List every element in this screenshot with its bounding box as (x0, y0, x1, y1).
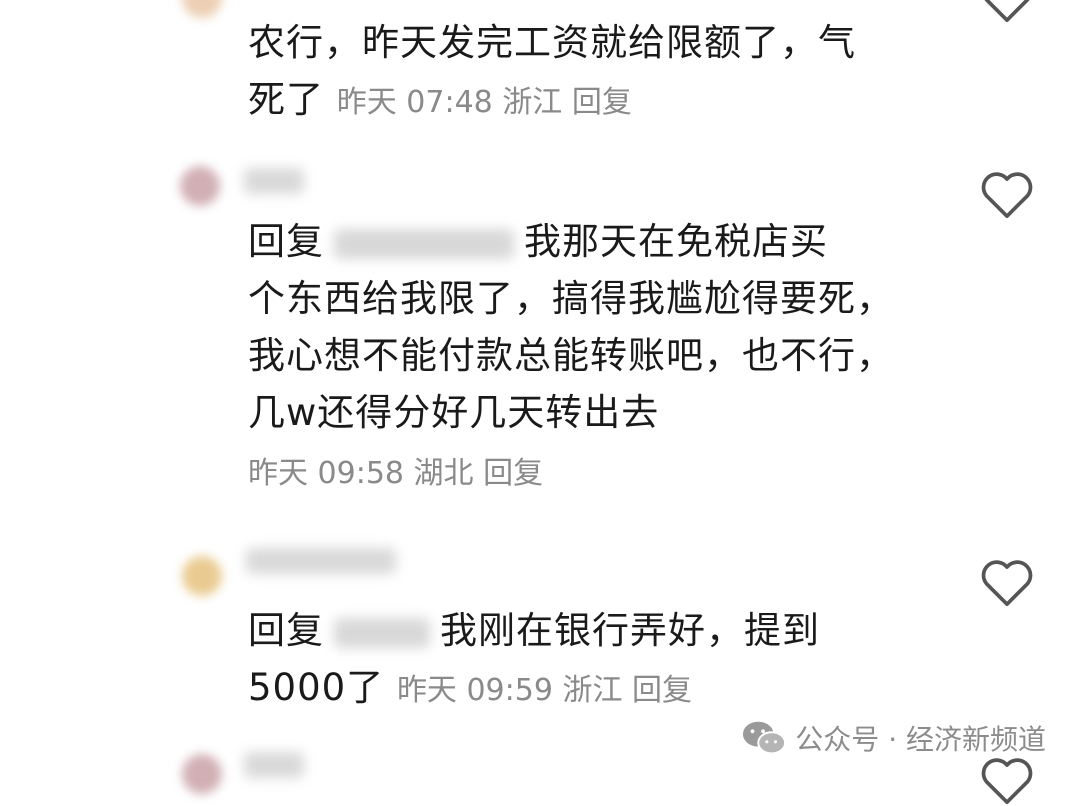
comment-line: 农行，昨天发完工资就给限额了，气 (248, 21, 856, 64)
location: 浙江 (502, 85, 563, 120)
location: 湖北 (413, 456, 474, 491)
heart-icon (984, 0, 1030, 23)
comment-line: 几w还得分好几天转出去 (248, 391, 660, 434)
comment-body: 回复 我刚在银行弄好，提到 5000了 昨天 09:59 浙江 回复 (248, 602, 928, 719)
heart-icon (981, 172, 1033, 219)
comment-line: 回复 我刚在银行弄好，提到 (248, 602, 928, 659)
reply-link[interactable]: 回复 (572, 85, 632, 120)
comment-line-with-meta: 死了 昨天 07:48 浙江 回复 (248, 71, 928, 131)
username-blurred[interactable] (244, 168, 304, 194)
reply-link[interactable]: 回复 (632, 673, 692, 708)
like-button[interactable] (979, 168, 1035, 220)
mention-blurred[interactable] (334, 617, 430, 648)
timestamp: 昨天 09:59 (396, 673, 553, 708)
comment-body: 农行，昨天发完工资就给限额了，气 死了 昨天 07:48 浙江 回复 (248, 14, 928, 131)
comment-text: 5000了 (248, 666, 385, 709)
comment-line: 个东西给我限了，搞得我尴尬得要死， (248, 277, 894, 320)
reply-prefix: 回复 (248, 609, 324, 652)
timestamp: 昨天 07:48 (336, 85, 493, 120)
watermark-text: 公众号 · 经济新频道 (795, 723, 1046, 756)
reply-prefix: 回复 (248, 220, 324, 263)
avatar[interactable] (182, 0, 222, 18)
comment-text: 我刚在银行弄好，提到 (440, 609, 820, 652)
like-button[interactable] (979, 0, 1035, 24)
heart-icon (981, 758, 1033, 805)
mention-blurred[interactable] (334, 228, 514, 259)
comment-line: 回复 我那天在免税店买 (248, 213, 928, 270)
avatar[interactable] (182, 556, 222, 596)
like-button[interactable] (979, 556, 1035, 608)
comment-body: 回复 我那天在免税店买 个东西给我限了，搞得我尴尬得要死， 我心想不能付款总能转账… (248, 213, 928, 499)
timestamp: 昨天 09:58 (248, 456, 404, 491)
comment-line-with-meta: 5000了 昨天 09:59 浙江 回复 (248, 659, 928, 719)
comment-text: 死了 (248, 78, 324, 121)
reply-link[interactable]: 回复 (483, 456, 543, 491)
heart-icon (981, 560, 1033, 607)
username-blurred[interactable] (244, 752, 304, 778)
watermark: 公众号 · 经济新频道 (741, 718, 1046, 758)
like-button[interactable] (979, 754, 1035, 806)
username-blurred[interactable] (246, 548, 396, 574)
comment-line: 我心想不能付款总能转账吧，也不行， (248, 334, 894, 377)
wechat-icon (743, 721, 787, 755)
comment-meta: 昨天 09:58 湖北 回复 (248, 449, 928, 499)
avatar[interactable] (180, 166, 220, 206)
comment-meta: 昨天 09:59 浙江 回复 (397, 673, 692, 708)
location: 浙江 (562, 673, 623, 708)
comment-text: 我那天在免税店买 (524, 220, 828, 263)
avatar[interactable] (182, 754, 222, 794)
comment-meta: 昨天 07:48 浙江 回复 (337, 85, 632, 120)
